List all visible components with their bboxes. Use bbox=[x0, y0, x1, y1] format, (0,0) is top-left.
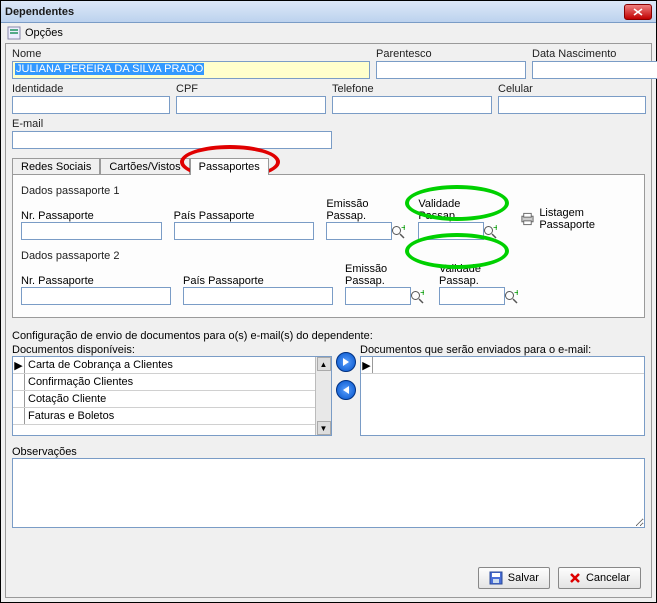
cancel-icon bbox=[569, 572, 581, 584]
config-title: Configuração de envio de documentos para… bbox=[12, 330, 645, 342]
save-icon bbox=[489, 571, 503, 585]
menu-opcoes[interactable]: Opções bbox=[25, 27, 63, 39]
list-item: ▶ bbox=[361, 357, 644, 374]
p2-nr-label: Nr. Passaporte bbox=[21, 275, 171, 287]
list-item: ▶Carta de Cobrança a Clientes bbox=[13, 357, 331, 374]
close-button[interactable] bbox=[624, 4, 652, 20]
datanasc-input[interactable] bbox=[532, 61, 657, 79]
p2-emissao-picker[interactable]: + bbox=[409, 289, 425, 305]
salvar-button[interactable]: Salvar bbox=[478, 567, 550, 589]
p2-validade-picker[interactable]: + bbox=[503, 289, 519, 305]
p1-emissao-picker[interactable]: + bbox=[390, 224, 406, 240]
move-right-button[interactable] bbox=[336, 352, 356, 372]
list-item: Confirmação Clientes bbox=[13, 374, 331, 391]
p1-pais-label: País Passaporte bbox=[174, 210, 315, 222]
magnifier-icon: + bbox=[410, 290, 424, 304]
cpf-input[interactable] bbox=[176, 96, 326, 114]
printer-icon bbox=[520, 211, 535, 227]
observ-input[interactable] bbox=[12, 458, 645, 528]
cancelar-button[interactable]: Cancelar bbox=[558, 567, 641, 589]
magnifier-icon: + bbox=[483, 225, 497, 239]
scrollbar[interactable]: ▲ ▼ bbox=[315, 357, 331, 435]
p1-nr-label: Nr. Passaporte bbox=[21, 210, 162, 222]
arrow-left-icon bbox=[341, 385, 351, 395]
p1-emissao-label: Emissão Passap. bbox=[326, 198, 406, 222]
list-item: Cotação Cliente bbox=[13, 391, 331, 408]
p2-pais-input[interactable] bbox=[183, 287, 333, 305]
p1-nr-input[interactable] bbox=[21, 222, 162, 240]
tab-redes-sociais[interactable]: Redes Sociais bbox=[12, 158, 100, 175]
label-datanasc: Data Nascimento bbox=[532, 48, 645, 60]
nome-input[interactable]: JULIANA PEREIRA DA SILVA PRADO bbox=[12, 61, 370, 79]
celular-input[interactable] bbox=[498, 96, 646, 114]
scroll-down-icon[interactable]: ▼ bbox=[317, 421, 331, 435]
arrow-right-icon bbox=[341, 357, 351, 367]
tabpanel-passaportes: Dados passaporte 1 Nr. Passaporte País P… bbox=[12, 174, 645, 318]
telefone-input[interactable] bbox=[332, 96, 492, 114]
p2-validade-label: Validade Passap. bbox=[439, 263, 521, 287]
p2-emissao-input[interactable] bbox=[345, 287, 411, 305]
p1-pais-input[interactable] bbox=[174, 222, 315, 240]
p2-validade-input[interactable] bbox=[439, 287, 505, 305]
label-nome: Nome bbox=[12, 48, 370, 60]
window-dependentes: Dependentes Opções Nome JULIANA PEREIRA … bbox=[0, 0, 657, 603]
cancelar-label: Cancelar bbox=[586, 572, 630, 584]
svg-text:+: + bbox=[493, 225, 497, 234]
label-telefone: Telefone bbox=[332, 83, 492, 95]
group2-label: Dados passaporte 2 bbox=[21, 250, 636, 262]
magnifier-icon: + bbox=[504, 290, 518, 304]
options-icon bbox=[7, 26, 21, 40]
window-title: Dependentes bbox=[5, 6, 74, 18]
tab-passaportes[interactable]: Passaportes bbox=[190, 158, 269, 175]
label-cpf: CPF bbox=[176, 83, 326, 95]
move-left-button[interactable] bbox=[336, 380, 356, 400]
svg-text:+: + bbox=[514, 290, 518, 299]
menubar: Opções bbox=[1, 23, 656, 43]
titlebar: Dependentes bbox=[1, 1, 656, 23]
scroll-up-icon[interactable]: ▲ bbox=[317, 357, 331, 371]
label-email: E-mail bbox=[12, 118, 332, 130]
tabs: Redes Sociais Cartões/Vistos Passaportes bbox=[12, 157, 645, 174]
listagem-link[interactable]: Listagem Passaporte bbox=[539, 207, 636, 231]
identidade-input[interactable] bbox=[12, 96, 170, 114]
group1-label: Dados passaporte 1 bbox=[21, 185, 636, 197]
p1-validade-input[interactable] bbox=[418, 222, 484, 240]
p2-pais-label: País Passaporte bbox=[183, 275, 333, 287]
tab-cartoes-vistos[interactable]: Cartões/Vistos bbox=[100, 158, 189, 175]
p1-validade-label: Validade Passap. bbox=[418, 198, 498, 222]
magnifier-icon: + bbox=[391, 225, 405, 239]
p2-nr-input[interactable] bbox=[21, 287, 171, 305]
close-icon bbox=[633, 8, 643, 16]
email-input[interactable] bbox=[12, 131, 332, 149]
disponiveis-label: Documentos disponíveis: bbox=[12, 344, 332, 356]
p1-validade-picker[interactable]: + bbox=[482, 224, 498, 240]
enviados-label: Documentos que serão enviados para o e-m… bbox=[360, 344, 645, 356]
label-identidade: Identidade bbox=[12, 83, 170, 95]
salvar-label: Salvar bbox=[508, 572, 539, 584]
parentesco-input[interactable] bbox=[376, 61, 526, 79]
content-panel: Nome JULIANA PEREIRA DA SILVA PRADO Pare… bbox=[5, 43, 652, 598]
label-celular: Celular bbox=[498, 83, 646, 95]
observ-label: Observações bbox=[12, 446, 645, 458]
list-item: Faturas e Boletos bbox=[13, 408, 331, 425]
label-parentesco: Parentesco bbox=[376, 48, 526, 60]
p2-emissao-label: Emissão Passap. bbox=[345, 263, 427, 287]
p1-emissao-input[interactable] bbox=[326, 222, 392, 240]
disponiveis-list[interactable]: ▶Carta de Cobrança a Clientes Confirmaçã… bbox=[12, 356, 332, 436]
nome-value: JULIANA PEREIRA DA SILVA PRADO bbox=[15, 63, 204, 75]
svg-text:+: + bbox=[420, 290, 424, 299]
enviados-list[interactable]: ▶ bbox=[360, 356, 645, 436]
svg-text:+: + bbox=[401, 225, 405, 234]
